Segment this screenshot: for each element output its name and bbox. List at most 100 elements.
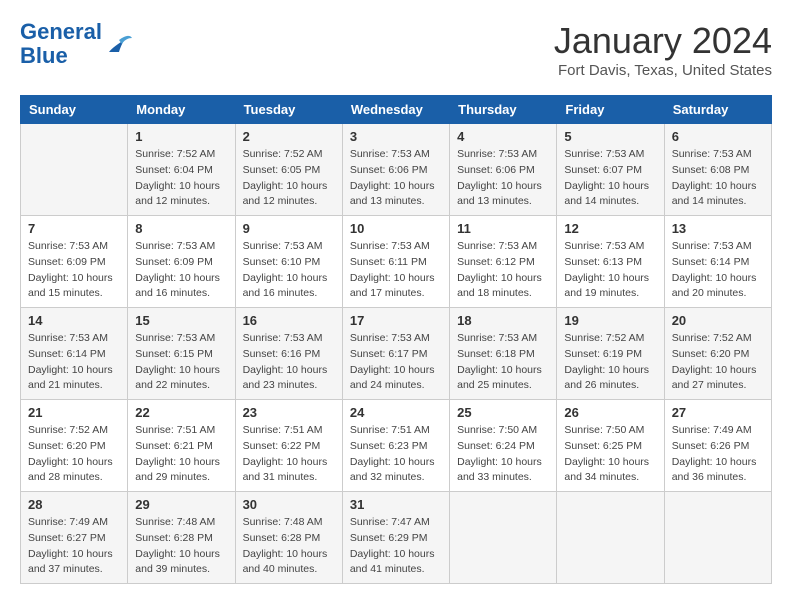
calendar-cell: 15Sunrise: 7:53 AM Sunset: 6:15 PM Dayli… <box>128 308 235 400</box>
col-header-saturday: Saturday <box>664 96 771 124</box>
calendar-cell: 2 Sunrise: 7:52 AM Sunset: 6:05 PM Daylig… <box>235 124 342 216</box>
col-header-monday: Monday <box>128 96 235 124</box>
calendar-cell: 29Sunrise: 7:48 AM Sunset: 6:28 PM Dayli… <box>128 492 235 584</box>
day-info: Sunrise: 7:52 AM Sunset: 6:19 PM Dayligh… <box>564 331 656 394</box>
day-info: Sunrise: 7:52 AM Sunset: 6:20 PM Dayligh… <box>28 423 120 486</box>
day-number: 25 <box>457 405 549 420</box>
calendar-cell: 4 Sunrise: 7:53 AM Sunset: 6:06 PM Daylig… <box>450 124 557 216</box>
calendar-cell: 30 Sunrise: 7:48 AM Sunset: 6:28 PM Dayli… <box>235 492 342 584</box>
col-header-thursday: Thursday <box>450 96 557 124</box>
day-info: Sunrise: 7:53 AM Sunset: 6:14 PM Dayligh… <box>672 239 764 302</box>
day-number: 14 <box>28 313 120 328</box>
day-number: 7 <box>28 221 120 236</box>
calendar-cell: 13 Sunrise: 7:53 AM Sunset: 6:14 PM Dayli… <box>664 216 771 308</box>
calendar-cell: 7 Sunrise: 7:53 AM Sunset: 6:09 PM Daylig… <box>21 216 128 308</box>
day-number: 16 <box>243 313 335 328</box>
day-number: 22 <box>135 405 227 420</box>
calendar-cell: 31 Sunrise: 7:47 AM Sunset: 6:29 PM Dayli… <box>342 492 449 584</box>
calendar-cell <box>450 492 557 584</box>
day-info: Sunrise: 7:51 AM Sunset: 6:22 PM Dayligh… <box>243 423 335 486</box>
logo-bird-icon <box>104 30 134 58</box>
calendar-cell: 14 Sunrise: 7:53 AM Sunset: 6:14 PM Dayli… <box>21 308 128 400</box>
day-info: Sunrise: 7:53 AM Sunset: 6:10 PM Dayligh… <box>243 239 335 302</box>
day-info: Sunrise: 7:52 AM Sunset: 6:20 PM Dayligh… <box>672 331 764 394</box>
day-info: Sunrise: 7:53 AM Sunset: 6:08 PM Dayligh… <box>672 147 764 210</box>
day-info: Sunrise: 7:53 AM Sunset: 6:06 PM Dayligh… <box>350 147 442 210</box>
calendar-title: January 2024 <box>554 20 772 62</box>
day-info: Sunrise: 7:53 AM Sunset: 6:09 PM Dayligh… <box>135 239 227 302</box>
day-info: Sunrise: 7:53 AM Sunset: 6:07 PM Dayligh… <box>564 147 656 210</box>
day-number: 12 <box>564 221 656 236</box>
calendar-cell: 6 Sunrise: 7:53 AM Sunset: 6:08 PM Daylig… <box>664 124 771 216</box>
day-number: 24 <box>350 405 442 420</box>
calendar-cell: 25 Sunrise: 7:50 AM Sunset: 6:24 PM Dayli… <box>450 400 557 492</box>
calendar-cell: 8 Sunrise: 7:53 AM Sunset: 6:09 PM Daylig… <box>128 216 235 308</box>
day-number: 4 <box>457 129 549 144</box>
week-row-4: 21Sunrise: 7:52 AM Sunset: 6:20 PM Dayli… <box>21 400 772 492</box>
day-number: 28 <box>28 497 120 512</box>
calendar-cell: 5 Sunrise: 7:53 AM Sunset: 6:07 PM Daylig… <box>557 124 664 216</box>
calendar-cell: 18 Sunrise: 7:53 AM Sunset: 6:18 PM Dayli… <box>450 308 557 400</box>
day-info: Sunrise: 7:48 AM Sunset: 6:28 PM Dayligh… <box>135 515 227 578</box>
day-info: Sunrise: 7:50 AM Sunset: 6:24 PM Dayligh… <box>457 423 549 486</box>
day-info: Sunrise: 7:53 AM Sunset: 6:15 PM Dayligh… <box>135 331 227 394</box>
day-number: 30 <box>243 497 335 512</box>
calendar-cell: 23Sunrise: 7:51 AM Sunset: 6:22 PM Dayli… <box>235 400 342 492</box>
title-block: January 2024 Fort Davis, Texas, United S… <box>554 20 772 79</box>
day-info: Sunrise: 7:52 AM Sunset: 6:05 PM Dayligh… <box>243 147 335 210</box>
calendar-cell: 17 Sunrise: 7:53 AM Sunset: 6:17 PM Dayli… <box>342 308 449 400</box>
day-number: 3 <box>350 129 442 144</box>
day-info: Sunrise: 7:53 AM Sunset: 6:09 PM Dayligh… <box>28 239 120 302</box>
day-info: Sunrise: 7:47 AM Sunset: 6:29 PM Dayligh… <box>350 515 442 578</box>
day-number: 20 <box>672 313 764 328</box>
logo-text: GeneralBlue <box>20 20 102 68</box>
calendar-cell: 3 Sunrise: 7:53 AM Sunset: 6:06 PM Daylig… <box>342 124 449 216</box>
logo: GeneralBlue <box>20 20 134 68</box>
day-number: 9 <box>243 221 335 236</box>
day-info: Sunrise: 7:53 AM Sunset: 6:12 PM Dayligh… <box>457 239 549 302</box>
col-header-friday: Friday <box>557 96 664 124</box>
day-info: Sunrise: 7:52 AM Sunset: 6:04 PM Dayligh… <box>135 147 227 210</box>
calendar-cell: 28 Sunrise: 7:49 AM Sunset: 6:27 PM Dayli… <box>21 492 128 584</box>
week-row-5: 28 Sunrise: 7:49 AM Sunset: 6:27 PM Dayli… <box>21 492 772 584</box>
calendar-subtitle: Fort Davis, Texas, United States <box>554 62 772 79</box>
day-number: 10 <box>350 221 442 236</box>
day-info: Sunrise: 7:53 AM Sunset: 6:14 PM Dayligh… <box>28 331 120 394</box>
calendar-cell <box>21 124 128 216</box>
calendar-cell: 20 Sunrise: 7:52 AM Sunset: 6:20 PM Dayli… <box>664 308 771 400</box>
day-number: 17 <box>350 313 442 328</box>
day-info: Sunrise: 7:50 AM Sunset: 6:25 PM Dayligh… <box>564 423 656 486</box>
day-number: 13 <box>672 221 764 236</box>
calendar-cell: 24 Sunrise: 7:51 AM Sunset: 6:23 PM Dayli… <box>342 400 449 492</box>
calendar-cell: 16 Sunrise: 7:53 AM Sunset: 6:16 PM Dayli… <box>235 308 342 400</box>
day-number: 2 <box>243 129 335 144</box>
day-number: 5 <box>564 129 656 144</box>
day-info: Sunrise: 7:48 AM Sunset: 6:28 PM Dayligh… <box>243 515 335 578</box>
calendar-cell: 11 Sunrise: 7:53 AM Sunset: 6:12 PM Dayli… <box>450 216 557 308</box>
day-number: 11 <box>457 221 549 236</box>
day-number: 6 <box>672 129 764 144</box>
day-info: Sunrise: 7:53 AM Sunset: 6:18 PM Dayligh… <box>457 331 549 394</box>
header-row: SundayMondayTuesdayWednesdayThursdayFrid… <box>21 96 772 124</box>
day-number: 18 <box>457 313 549 328</box>
day-info: Sunrise: 7:53 AM Sunset: 6:17 PM Dayligh… <box>350 331 442 394</box>
calendar-cell: 26 Sunrise: 7:50 AM Sunset: 6:25 PM Dayli… <box>557 400 664 492</box>
week-row-3: 14 Sunrise: 7:53 AM Sunset: 6:14 PM Dayli… <box>21 308 772 400</box>
day-number: 8 <box>135 221 227 236</box>
col-header-wednesday: Wednesday <box>342 96 449 124</box>
day-number: 19 <box>564 313 656 328</box>
page-header: GeneralBlue January 2024 Fort Davis, Tex… <box>20 20 772 79</box>
day-number: 31 <box>350 497 442 512</box>
day-info: Sunrise: 7:53 AM Sunset: 6:06 PM Dayligh… <box>457 147 549 210</box>
calendar-cell: 22Sunrise: 7:51 AM Sunset: 6:21 PM Dayli… <box>128 400 235 492</box>
col-header-sunday: Sunday <box>21 96 128 124</box>
day-number: 26 <box>564 405 656 420</box>
calendar-cell: 12Sunrise: 7:53 AM Sunset: 6:13 PM Dayli… <box>557 216 664 308</box>
week-row-2: 7 Sunrise: 7:53 AM Sunset: 6:09 PM Daylig… <box>21 216 772 308</box>
week-row-1: 1Sunrise: 7:52 AM Sunset: 6:04 PM Daylig… <box>21 124 772 216</box>
day-info: Sunrise: 7:49 AM Sunset: 6:27 PM Dayligh… <box>28 515 120 578</box>
day-info: Sunrise: 7:53 AM Sunset: 6:16 PM Dayligh… <box>243 331 335 394</box>
day-number: 27 <box>672 405 764 420</box>
day-info: Sunrise: 7:51 AM Sunset: 6:23 PM Dayligh… <box>350 423 442 486</box>
calendar-cell: 21Sunrise: 7:52 AM Sunset: 6:20 PM Dayli… <box>21 400 128 492</box>
